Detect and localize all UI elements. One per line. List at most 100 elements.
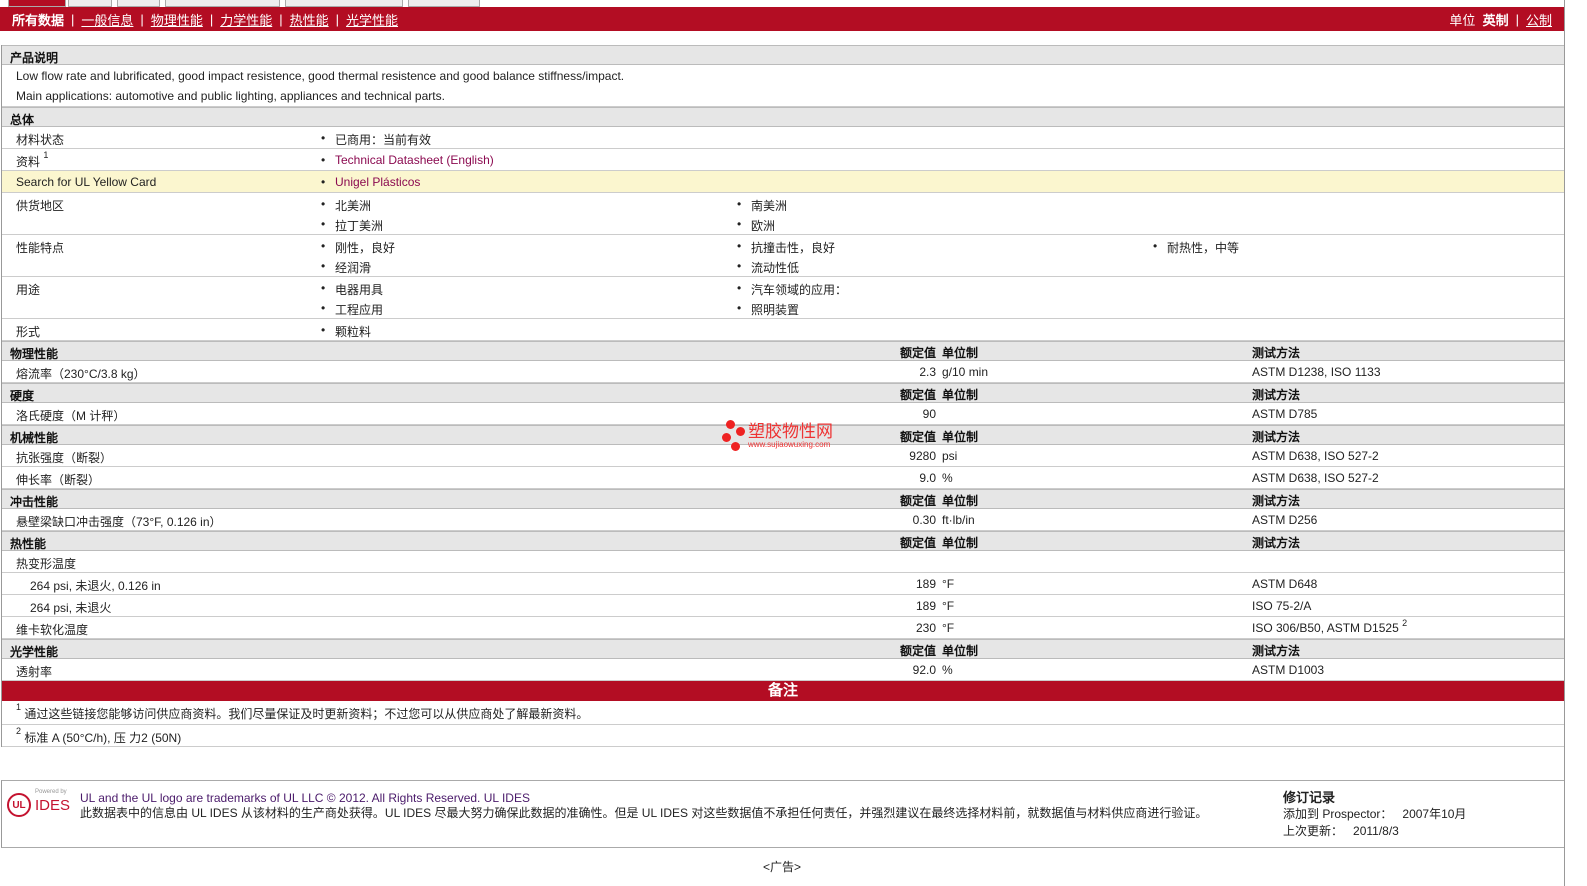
sections-impact-rows-0-method: ASTM D256 (1252, 513, 1318, 527)
sections-physical-rows-0-value: 2.3 (919, 365, 936, 379)
general-status-value: 已商用：当前有效 (321, 131, 431, 148)
footer-added: 2007年10月 (1402, 807, 1467, 821)
cols-method: 测试方法 (1252, 430, 1301, 444)
general-features-label: 性能特点 (16, 241, 65, 255)
sections-mechanical-rows-1-unit: % (942, 471, 953, 485)
property-row: 维卡软化温度 230 °F ISO 306/B50, ASTM D1525 2 (2, 617, 1564, 639)
tab[interactable] (408, 0, 480, 7)
desc-lines-0: Low flow rate and lubrificated, good imp… (16, 69, 625, 83)
general-uses-items-1: 汽车领域的应用： (737, 281, 847, 298)
sections-thermal-rows-1-method: ISO 75-2/A (1252, 599, 1312, 613)
sections-thermal-rows-0-name: 264 psi, 未退火, 0.126 in (30, 579, 161, 593)
general-status-label: 材料状态 (16, 133, 65, 147)
section-header-thermal: 热性能 额定值 单位制 测试方法 (2, 531, 1564, 551)
general-docs-sup: 1 (43, 150, 49, 160)
sections-thermal-title: 热性能 (10, 537, 47, 551)
cols-unit: 单位制 (942, 388, 979, 402)
sections-impact-rows-0-value: 0.30 (912, 513, 936, 527)
cols-method: 测试方法 (1252, 536, 1301, 550)
general-regions-items-2: 拉丁美洲 (321, 217, 383, 234)
product-description: Low flow rate and lubrificated, good imp… (2, 65, 1564, 107)
row-status: 材料状态 已商用：当前有效 (2, 127, 1564, 149)
nav-thermal[interactable]: 热性能 (290, 10, 329, 29)
row-form: 形式 颗粒料 (2, 319, 1564, 341)
general-regions-items-0: 北美洲 (321, 197, 371, 214)
sections-thermal-rows-2-unit: °F (942, 621, 955, 635)
sections-impact-rows-0-unit: ft·lb/in (942, 513, 975, 527)
tab[interactable] (285, 0, 403, 7)
property-row: 264 psi, 未退火, 0.126 in 189 °F ASTM D648 (2, 573, 1564, 595)
general-features-items-1: 抗撞击性，良好 (737, 239, 835, 256)
note: 2 标准 A (50°C/h), 压 力2 (50N) (2, 725, 1564, 747)
sections-physical-rows-0-method: ASTM D1238, ISO 1133 (1252, 365, 1381, 379)
general-features-items-4: 流动性低 (737, 259, 799, 276)
unit-english[interactable]: 英制 (1483, 10, 1509, 29)
general-uses-label: 用途 (16, 283, 41, 297)
footer-rev_title: 修订记录 (1283, 790, 1336, 805)
cols-method: 测试方法 (1252, 346, 1301, 360)
cols-unit: 单位制 (942, 644, 979, 658)
sections-thermal-hdt: 热变形温度 (16, 557, 77, 571)
footer-updated: 2011/8/3 (1353, 824, 1399, 838)
footer: Powered by UL IDES UL and the UL logo are … (1, 780, 1564, 848)
tab[interactable] (117, 0, 160, 7)
sections-physical-rows-0-unit: g/10 min (942, 365, 989, 379)
cols-unit: 单位制 (942, 346, 979, 360)
footer-updated_label: 上次更新： (1283, 824, 1344, 838)
unit-metric[interactable]: 公制 (1526, 10, 1552, 29)
cols-value: 额定值 (899, 644, 936, 658)
nav-physical[interactable]: 物理性能 (151, 10, 203, 29)
nav-mechanical[interactable]: 力学性能 (220, 10, 272, 29)
footer-added_label: 添加到 Prospector： (1283, 807, 1393, 821)
sections-thermal-rows-2-name: 维卡软化温度 (16, 623, 89, 637)
sections-hardness-rows-0-method: ASTM D785 (1252, 407, 1318, 421)
nav-general[interactable]: 一般信息 (81, 10, 133, 29)
general-form-label: 形式 (16, 325, 41, 339)
nav-all-data[interactable]: 所有数据 (12, 10, 64, 29)
sections-thermal-rows-1-name: 264 psi, 未退火 (30, 601, 112, 615)
unit-switch: 单位 英制 | 公制 (1449, 10, 1552, 29)
general-regions-label: 供货地区 (16, 199, 65, 213)
property-row: 洛氏硬度（M 计秤） 90 ASTM D785 (2, 403, 1564, 425)
section-header-impact: 冲击性能 额定值 单位制 测试方法 (2, 489, 1564, 509)
sections-impact-rows-0-name: 悬壁梁缺口冲击强度（73°F, 0.126 in） (16, 515, 222, 529)
sections-thermal-rows-1-unit: °F (942, 599, 955, 613)
sections-mechanical-rows-0-unit: psi (942, 449, 958, 463)
cols-value: 额定值 (899, 346, 936, 360)
desc-lines-1: Main applications: automotive and public… (16, 89, 445, 103)
general-title: 总体 (10, 113, 35, 127)
cols-value: 额定值 (899, 536, 936, 550)
note: 1 通过这些链接您能够访问供应商资料。我们尽量保证及时更新资料；不过您可以从供应… (2, 701, 1564, 725)
general-regions-items-3: 欧洲 (737, 217, 775, 234)
ad-label: <广告> (762, 860, 802, 874)
sections-hardness-title: 硬度 (10, 389, 35, 403)
row-yellow-card: Search for UL Yellow Card Unigel Plástico… (2, 171, 1564, 193)
row-uses: 用途 电器用具 汽车领域的应用： 工程应用 照明装置 (2, 277, 1564, 319)
datasheet-link[interactable]: Technical Datasheet (English) (335, 153, 494, 167)
datasheet: 产品说明 Low flow rate and lubrificated, goo… (1, 45, 1564, 747)
tab[interactable] (165, 0, 280, 7)
sections-mechanical-rows-0-method: ASTM D638, ISO 527-2 (1252, 449, 1379, 463)
sections-optical-title: 光学性能 (10, 645, 59, 659)
row-hdt: 热变形温度 (2, 551, 1564, 573)
scrollbar[interactable] (1564, 0, 1587, 886)
property-row: 透射率 92.0% ASTM D1003 (2, 659, 1564, 681)
nav-optical[interactable]: 光学性能 (346, 10, 398, 29)
revision-history: 修订记录 添加到 Prospector： 2007年10月 上次更新： 2011… (1283, 789, 1466, 840)
cols-unit: 单位制 (942, 494, 979, 508)
property-row: 悬壁梁缺口冲击强度（73°F, 0.126 in） 0.30 ft·lb/in AST… (2, 509, 1564, 531)
row-features: 性能特点 刚性，良好 抗撞击性，良好 耐热性，中等 经润滑 流动性低 (2, 235, 1564, 277)
sections-thermal-rows-0-value: 189 (915, 577, 936, 591)
desc-title: 产品说明 (10, 51, 59, 65)
tab[interactable] (8, 0, 66, 7)
cols-method: 测试方法 (1252, 388, 1301, 402)
sections-thermal-rows-2-sup: 2 (1402, 618, 1408, 628)
notes-items-0-sup: 1 (16, 702, 22, 712)
property-row: 264 psi, 未退火 189 °F ISO 75-2/A (2, 595, 1564, 617)
tab[interactable] (68, 0, 112, 7)
sections-mechanical-rows-0-value: 9280 (909, 449, 936, 463)
section-header-mechanical: 机械性能 额定值 单位制 测试方法 (2, 425, 1564, 445)
notes-items-1-sup: 2 (16, 726, 22, 736)
yellow-card-link[interactable]: Unigel Plásticos (335, 175, 420, 189)
cols-method: 测试方法 (1252, 494, 1301, 508)
